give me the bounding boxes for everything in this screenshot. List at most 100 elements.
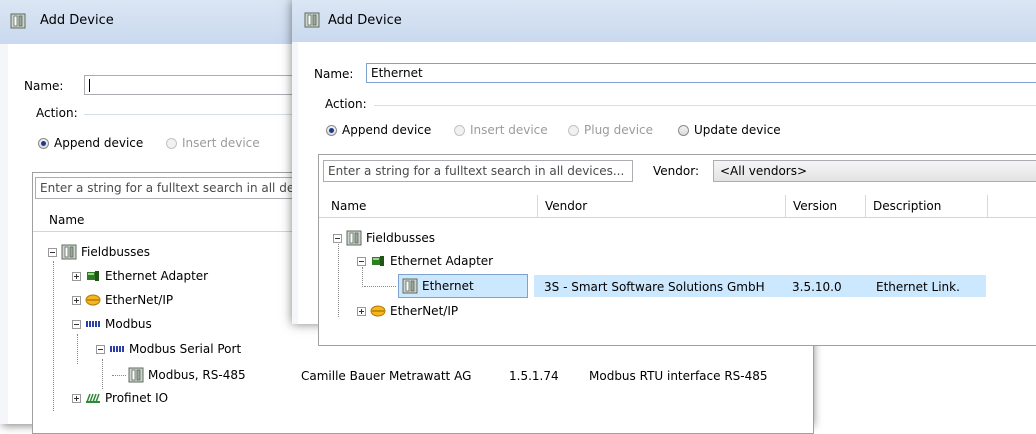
tree-node-ethernet[interactable]: Ethernet xyxy=(402,278,474,294)
col-name-header[interactable]: Name xyxy=(331,199,366,213)
vendor-select[interactable]: <All vendors> xyxy=(713,160,1036,182)
col-version-header[interactable]: Version xyxy=(793,199,837,213)
modbus-icon xyxy=(86,321,100,327)
dialog-title: Add Device xyxy=(328,13,402,28)
tree-line xyxy=(338,242,339,317)
ethernet-adapter-icon xyxy=(372,256,384,266)
action-label: Action: xyxy=(325,97,367,111)
radio-icon xyxy=(568,124,579,136)
col-description-header[interactable]: Description xyxy=(873,199,941,213)
radio-icon xyxy=(454,124,465,136)
title-bar[interactable]: Add Device xyxy=(292,0,1036,42)
fulltext-search-input[interactable]: Enter a string for a fulltext search in … xyxy=(323,160,633,182)
tree-line xyxy=(77,334,78,364)
column-separator[interactable] xyxy=(785,195,786,217)
tree-line xyxy=(112,375,126,376)
radio-icon xyxy=(678,124,689,136)
column-header: Name Vendor Version Description xyxy=(319,195,1036,218)
name-label: Name: xyxy=(24,79,64,93)
radio-plug-device[interactable]: Plug device xyxy=(568,123,653,137)
name-input-value: Ethernet xyxy=(371,66,423,80)
name-label: Name: xyxy=(314,67,354,81)
device-icon xyxy=(128,367,144,383)
tree-node-profinet[interactable]: Profinet IO xyxy=(72,390,168,406)
tree-node-ethernetip[interactable]: EtherNet/IP xyxy=(357,303,458,319)
name-input[interactable]: Ethernet xyxy=(366,63,1036,83)
radio-insert-device[interactable]: Insert device xyxy=(454,123,548,137)
expand-icon[interactable] xyxy=(357,306,366,316)
fulltext-search-input[interactable]: Enter a string for a fulltext search in … xyxy=(35,177,325,199)
radio-label: Insert device xyxy=(470,123,548,137)
collapse-icon[interactable] xyxy=(48,247,57,257)
node-label: Ethernet xyxy=(422,279,474,293)
tree-node-fieldbusses[interactable]: Fieldbusses xyxy=(48,244,150,260)
action-group-line xyxy=(84,114,314,115)
column-separator[interactable] xyxy=(865,195,866,217)
col-vendor-header[interactable]: Vendor xyxy=(545,199,587,213)
node-label: Modbus xyxy=(105,317,152,331)
device-icon xyxy=(61,244,77,260)
radio-label: Update device xyxy=(694,123,781,137)
collapse-icon[interactable] xyxy=(96,344,105,354)
name-input[interactable] xyxy=(84,75,314,95)
add-device-dialog-front: Add Device Name: Ethernet Action: Append… xyxy=(292,0,1036,346)
tree-node-modbus-serial-port[interactable]: Modbus Serial Port xyxy=(96,341,241,357)
column-header: Name xyxy=(33,209,323,232)
radio-update-device[interactable]: Update device xyxy=(678,123,781,137)
row-vendor: 3S - Smart Software Solutions GmbH xyxy=(544,280,765,294)
device-icon xyxy=(304,12,320,28)
tree-node-modbus[interactable]: Modbus xyxy=(72,316,152,332)
radio-selected-icon xyxy=(326,124,337,136)
column-separator[interactable] xyxy=(537,195,538,217)
expand-icon[interactable] xyxy=(72,271,81,281)
radio-append-device[interactable]: Append device xyxy=(38,136,143,150)
radio-insert-device[interactable]: Insert device xyxy=(166,136,260,150)
row-version: 1.5.1.74 xyxy=(509,369,559,383)
collapse-icon[interactable] xyxy=(72,319,81,329)
node-label: Ethernet Adapter xyxy=(390,254,494,268)
node-label: Modbus Serial Port xyxy=(129,342,242,356)
device-icon xyxy=(10,13,26,29)
action-label: Action: xyxy=(36,106,78,120)
tree-line xyxy=(364,286,396,287)
profinet-icon xyxy=(86,393,100,403)
tree-node-fieldbusses[interactable]: Fieldbusses xyxy=(333,230,435,246)
collapse-icon[interactable] xyxy=(333,233,342,243)
tree-node-modbus-rs485[interactable]: Modbus, RS-485 xyxy=(128,367,246,383)
radio-append-device[interactable]: Append device xyxy=(326,123,431,137)
column-separator[interactable] xyxy=(987,195,988,217)
node-label: EtherNet/IP xyxy=(390,304,459,318)
node-label: Ethernet Adapter xyxy=(105,269,209,283)
radio-label: Append device xyxy=(342,123,432,137)
action-group-line xyxy=(374,105,1036,106)
node-label: EtherNet/IP xyxy=(105,293,174,307)
col-name-header[interactable]: Name xyxy=(49,213,84,227)
radio-label: Insert device xyxy=(182,136,260,150)
node-label: Fieldbusses xyxy=(366,231,436,245)
collapse-icon[interactable] xyxy=(357,256,366,266)
tree-node-ethernet-adapter[interactable]: Ethernet Adapter xyxy=(72,268,208,284)
tree-line xyxy=(53,261,54,411)
device-icon xyxy=(402,278,418,294)
tree-node-ethernetip[interactable]: EtherNet/IP xyxy=(72,292,173,308)
radio-label: Append device xyxy=(54,136,144,150)
row-description: Ethernet Link. xyxy=(876,280,960,294)
row-description: Modbus RTU interface RS-485 xyxy=(589,369,768,383)
tree-node-ethernet-adapter[interactable]: Ethernet Adapter xyxy=(357,253,493,269)
text-cursor xyxy=(89,79,90,92)
vendor-label: Vendor: xyxy=(653,164,699,178)
modbus-icon xyxy=(110,346,124,352)
ethernetip-icon xyxy=(370,305,386,317)
expand-icon[interactable] xyxy=(72,295,81,305)
node-label: Fieldbusses xyxy=(81,245,151,259)
expand-icon[interactable] xyxy=(72,393,81,403)
node-label: Profinet IO xyxy=(105,391,169,405)
node-label: Modbus, RS-485 xyxy=(148,368,246,382)
radio-label: Plug device xyxy=(584,123,654,137)
row-vendor: Camille Bauer Metrawatt AG xyxy=(301,369,472,383)
ethernetip-icon xyxy=(85,294,101,306)
dialog-body: Name: Ethernet Action: Append device Ins… xyxy=(298,42,1036,346)
ethernet-adapter-icon xyxy=(87,271,99,281)
device-icon xyxy=(346,230,362,246)
row-version: 3.5.10.0 xyxy=(792,280,842,294)
